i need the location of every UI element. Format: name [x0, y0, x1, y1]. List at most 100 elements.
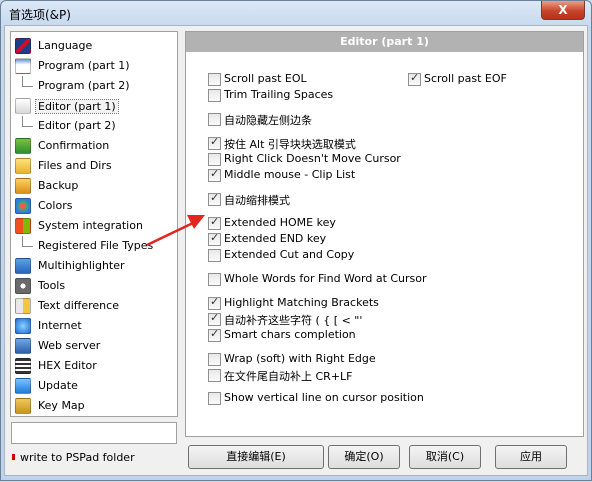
option-label: Middle mouse - Clip List — [224, 168, 356, 181]
option-label: Whole Words for Find Word at Cursor — [224, 272, 427, 285]
sidebar-item-editor-part-2[interactable]: Editor (part 2) — [11, 116, 175, 136]
sidebar-item-label: Update — [38, 379, 78, 392]
panel-title: Editor (part 1) — [186, 32, 583, 52]
tree-connector-icon — [22, 116, 33, 127]
close-button[interactable]: X — [541, 1, 585, 20]
apply-button[interactable]: 应用 — [495, 445, 567, 469]
program-icon — [15, 58, 31, 74]
checkbox-box[interactable] — [208, 295, 221, 310]
palette-icon — [15, 198, 31, 214]
sidebar-item-files-and-dirs[interactable]: Files and Dirs — [11, 156, 175, 176]
sidebar-item-label: Text difference — [38, 299, 119, 312]
sidebar-item-program-part-2[interactable]: Program (part 2) — [11, 76, 175, 96]
tree-connector-icon — [22, 76, 33, 87]
sidebar-item-program-part-1[interactable]: Program (part 1) — [11, 56, 175, 76]
gear-icon — [15, 278, 31, 294]
checkbox-box[interactable] — [208, 273, 221, 286]
sidebar-item-label: Colors — [38, 199, 73, 212]
sidebar-item-label: Web server — [38, 339, 101, 352]
editor-icon — [15, 98, 31, 114]
sidebar-item-label: Editor (part 2) — [38, 119, 116, 132]
checkbox-box[interactable] — [208, 327, 221, 342]
option-label: 自动补齐这些字符 ( { [ < "' — [224, 314, 363, 327]
sidebar-item-tools[interactable]: Tools — [11, 276, 175, 296]
checkbox-box[interactable] — [208, 249, 221, 262]
sidebar-item-key-map[interactable]: Key Map — [11, 396, 175, 416]
checkbox-box[interactable] — [208, 135, 221, 150]
option-label: Wrap (soft) with Right Edge — [224, 352, 376, 365]
checkbox-box[interactable] — [208, 191, 221, 206]
option-label: 在文件尾自动补上 CR+LF — [224, 370, 353, 383]
ok-button[interactable]: 确定(O) — [328, 445, 400, 469]
sidebar-item-label: Confirmation — [38, 139, 110, 152]
sidebar-item-label: Registered File Types — [38, 239, 154, 252]
sidebar-item-web-server[interactable]: Web server — [11, 336, 175, 356]
sidebar-item-label: HEX Editor — [38, 359, 97, 372]
option-label: Extended END key — [224, 232, 327, 245]
preferences-window: 首选项(&P) X Language Program (part 1) Progra… — [0, 0, 592, 481]
sidebar-item-hex-editor[interactable]: HEX Editor — [11, 356, 175, 376]
filter-input[interactable] — [11, 422, 177, 444]
highlighter-icon — [15, 258, 31, 274]
edit-directly-button[interactable]: 直接编辑(E) — [188, 445, 324, 469]
sidebar-item-text-difference[interactable]: Text difference — [11, 296, 175, 316]
server-icon — [15, 338, 31, 354]
sidebar-item-colors[interactable]: Colors — [11, 196, 175, 216]
option-label: Scroll past EOF — [424, 72, 507, 85]
option-label: Show vertical line on cursor position — [224, 391, 424, 404]
backup-icon — [15, 178, 31, 194]
sidebar-item-label: Key Map — [38, 399, 85, 412]
checkbox-box[interactable] — [208, 89, 221, 102]
options-panel: Editor (part 1) Scroll past EOL Scroll pa… — [185, 31, 584, 437]
folder-icon — [15, 158, 31, 174]
option-label: Extended Cut and Copy — [224, 248, 355, 261]
sidebar-item-label: Backup — [38, 179, 79, 192]
option-label: Smart chars completion — [224, 328, 356, 341]
option-label: Right Click Doesn't Move Cursor — [224, 152, 401, 165]
globe-icon — [15, 318, 31, 334]
checkbox-box[interactable] — [208, 73, 221, 86]
checkbox-box[interactable] — [208, 311, 221, 326]
checkbox-box[interactable] — [208, 231, 221, 246]
checkbox-box[interactable] — [208, 353, 221, 366]
cancel-button[interactable]: 取消(C) — [409, 445, 481, 469]
tree-connector-icon — [22, 236, 33, 247]
diff-icon — [15, 298, 31, 314]
sidebar-item-registered-file-types[interactable]: Registered File Types — [11, 236, 175, 256]
option-label: Scroll past EOL — [224, 72, 307, 85]
option-label: 自动缩排模式 — [224, 194, 290, 207]
checkbox-box[interactable] — [208, 167, 221, 182]
checkbox-box[interactable] — [208, 153, 221, 166]
settings-tree: Language Program (part 1) Program (part 2)… — [10, 31, 178, 417]
option-label: Extended HOME key — [224, 216, 336, 229]
checkbox-box[interactable] — [208, 113, 221, 126]
uk-flag-icon — [15, 38, 31, 54]
keyboard-icon — [15, 398, 31, 414]
sidebar-item-multihighlighter[interactable]: Multihighlighter — [11, 256, 175, 276]
dialog-body: Language Program (part 1) Program (part 2)… — [4, 25, 588, 476]
checkbox-box[interactable] — [208, 215, 221, 230]
option-label: Trim Trailing Spaces — [224, 88, 334, 101]
checkbox-box[interactable] — [408, 71, 421, 86]
write-folder-label[interactable]: write to PSPad folder — [20, 451, 135, 464]
sidebar-item-label: Program (part 1) — [38, 59, 130, 72]
sidebar-item-label: Multihighlighter — [38, 259, 125, 272]
update-icon — [15, 378, 31, 394]
sidebar-item-internet[interactable]: Internet — [11, 316, 175, 336]
checkbox-box[interactable] — [208, 392, 221, 405]
option-label: Highlight Matching Brackets — [224, 296, 379, 309]
sidebar-item-label: Editor (part 1) — [35, 99, 119, 114]
option-label: 按住 Alt 引导块块选取模式 — [224, 138, 356, 151]
sidebar-item-label: Internet — [38, 319, 82, 332]
confirmation-icon — [15, 138, 31, 154]
sidebar-item-confirmation[interactable]: Confirmation — [11, 136, 175, 156]
sidebar-item-update[interactable]: Update — [11, 376, 175, 396]
checkbox-box[interactable] — [208, 369, 221, 382]
sidebar-item-language[interactable]: Language — [11, 36, 175, 56]
sidebar-item-system-integration[interactable]: System integration — [11, 216, 175, 236]
sidebar-item-editor-part-1[interactable]: Editor (part 1) — [11, 96, 175, 116]
sidebar-item-backup[interactable]: Backup — [11, 176, 175, 196]
sidebar-item-label: Program (part 2) — [38, 79, 130, 92]
sidebar-item-label: Files and Dirs — [38, 159, 112, 172]
window-title: 首选项(&P) — [9, 8, 71, 22]
